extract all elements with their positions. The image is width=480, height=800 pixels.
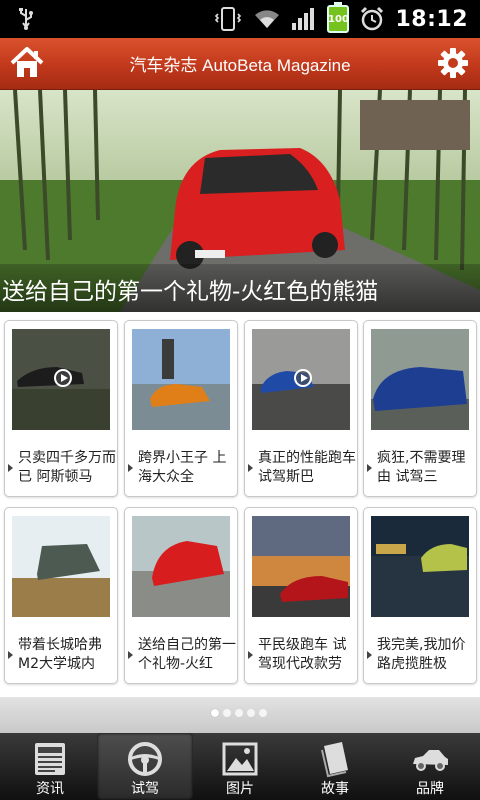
car-icon [413,750,448,771]
tab-stories[interactable]: 故事 [287,733,383,800]
page-dot[interactable] [223,709,231,717]
article-thumbnail [252,516,350,617]
article-caption: 平民级跑车 试驾现代改款劳 [258,637,347,672]
article-thumbnail [252,329,350,430]
gear-icon[interactable] [436,46,470,80]
article-caption: 带着长城哈弗M2大学城内 [18,637,102,672]
page-dot[interactable] [247,709,255,717]
book-icon [321,742,348,778]
play-icon [54,369,72,387]
article-thumbnail [132,516,230,617]
vibrate-icon [215,7,242,31]
article-thumbnail [371,329,469,430]
article-card[interactable]: 我完美,我加价 路虎揽胜极 [363,507,477,684]
page-indicator [0,697,480,733]
wifi-icon [255,10,280,28]
page-dot[interactable] [235,709,243,717]
play-icon [294,369,312,387]
article-thumbnail [132,329,230,430]
usb-icon [19,8,33,30]
article-caption: 疯狂,不需要理由 试驾三 [377,450,466,485]
steering-wheel-icon [128,742,162,776]
tab-pictures[interactable]: 图片 [192,733,288,800]
battery-level: 100 [328,13,349,25]
news-icon [35,743,65,775]
hero-caption: 送给自己的第一个礼物-火红色的熊猫 [2,279,379,305]
tab-label: 故事 [321,781,349,797]
clock: 18:12 [395,6,468,32]
article-caption: 真正的性能跑车 试驾斯巴 [258,450,356,485]
bottom-tab-bar: 资讯 试驾 图片 故事 品牌 [0,733,480,800]
page-dot[interactable] [259,709,267,717]
tab-test-drive[interactable]: 试驾 [97,733,193,800]
article-caption: 只卖四千多万而已 阿斯顿马 [18,450,116,485]
article-card[interactable]: 送给自己的第一个礼物-火红 [124,507,238,684]
article-caption: 跨界小王子 上海大众全 [138,450,227,485]
article-caption: 我完美,我加价 路虎揽胜极 [377,637,466,672]
tab-label: 资讯 [36,781,64,797]
battery-icon: 100 [327,2,350,33]
page-dot-active[interactable] [211,709,219,717]
tab-label: 试驾 [131,781,159,797]
tab-news[interactable]: 资讯 [2,733,98,800]
picture-icon [222,742,258,776]
signal-icon [292,8,315,30]
status-bar: 100 18:12 [0,0,480,38]
article-thumbnail [12,516,110,617]
article-card[interactable]: 跨界小王子 上海大众全 [124,320,238,497]
article-card[interactable]: 带着长城哈弗M2大学城内 [4,507,118,684]
app-header: 汽车杂志 AutoBeta Magazine [0,38,480,90]
app-title: 汽车杂志 AutoBeta Magazine [129,56,351,75]
tab-label: 图片 [226,781,254,797]
article-grid: 只卖四千多万而已 阿斯顿马 跨界小王子 上海大众全 真正的性能跑车 试驾斯巴 疯… [0,312,480,697]
article-thumbnail [371,516,469,617]
hero-banner[interactable]: 送给自己的第一个礼物-火红色的熊猫 [0,90,480,312]
tab-brands[interactable]: 品牌 [382,733,478,800]
tab-label: 品牌 [416,781,444,797]
article-card[interactable]: 只卖四千多万而已 阿斯顿马 [4,320,118,497]
article-card[interactable]: 真正的性能跑车 试驾斯巴 [244,320,358,497]
article-card[interactable]: 疯狂,不需要理由 试驾三 [363,320,477,497]
article-thumbnail [12,329,110,430]
article-caption: 送给自己的第一个礼物-火红 [138,637,236,672]
article-card[interactable]: 平民级跑车 试驾现代改款劳 [244,507,358,684]
hero-caption-bar: 送给自己的第一个礼物-火红色的熊猫 [0,264,480,312]
alarm-icon [361,6,384,31]
